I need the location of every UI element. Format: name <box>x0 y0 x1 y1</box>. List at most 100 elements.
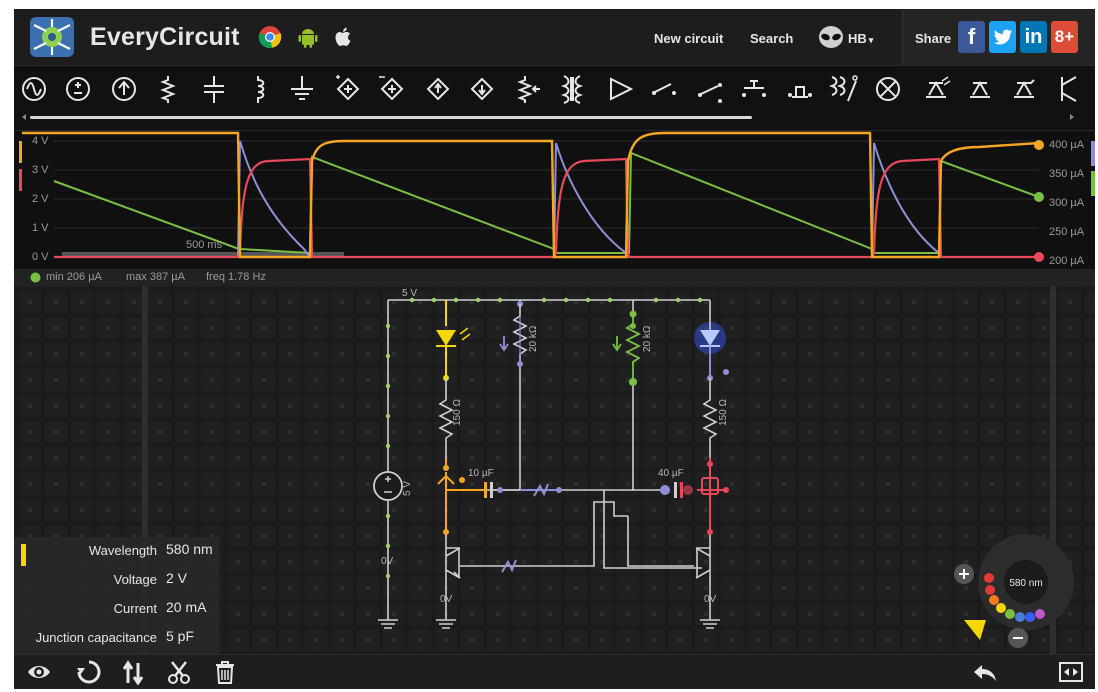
voltage-b-label: 0V <box>440 594 453 605</box>
source-label: 5 V <box>402 481 413 496</box>
purple-trace-marker <box>1091 141 1095 166</box>
facebook-button[interactable]: f <box>958 21 985 53</box>
property-name: Voltage <box>113 572 157 587</box>
voltage-source-5v[interactable] <box>373 471 403 501</box>
eye-icon[interactable] <box>26 659 52 685</box>
scroll-left-arrow-icon[interactable] <box>22 114 26 120</box>
property-value[interactable]: 580 nm <box>166 541 213 557</box>
green-trace-endpoint[interactable] <box>1034 192 1044 202</box>
property-name: Wavelength <box>88 543 157 558</box>
property-row[interactable]: Junction capacitance 5 pF <box>14 624 219 652</box>
scroll-right-arrow-icon[interactable] <box>1070 114 1074 120</box>
ac-voltage-source-icon[interactable] <box>18 72 50 106</box>
android-icon[interactable] <box>296 25 320 49</box>
capacitor-2-label: 40 µF <box>658 468 684 479</box>
googleplus-button[interactable]: 8+ <box>1051 21 1078 53</box>
resistor-icon[interactable] <box>152 72 184 106</box>
zener-diode-icon[interactable] <box>1008 72 1040 106</box>
ground-icon[interactable] <box>286 72 318 106</box>
red-trace-marker <box>19 169 22 191</box>
relay-icon[interactable] <box>828 72 860 106</box>
current-source-icon[interactable] <box>108 72 140 106</box>
trash-icon[interactable] <box>212 659 238 685</box>
stat-min: min 206 µA <box>46 271 102 283</box>
rotate-icon[interactable] <box>76 659 102 685</box>
chrome-icon[interactable] <box>258 25 282 49</box>
opamp-icon[interactable] <box>604 72 636 106</box>
dependent-source-4-icon[interactable] <box>466 72 498 106</box>
property-value[interactable]: 20 mA <box>166 599 206 615</box>
resistor-1-label: 150 Ω <box>452 399 463 426</box>
undo-icon[interactable] <box>972 659 998 685</box>
everycircuit-logo[interactable] <box>28 15 76 59</box>
user-menu[interactable]: HB ▾ <box>848 31 873 46</box>
property-value[interactable]: 5 pF <box>166 628 194 644</box>
property-row[interactable]: Current 20 mA <box>14 595 219 623</box>
potentiometer-icon[interactable] <box>512 72 544 106</box>
time-scale-label: 500 ms <box>186 239 223 251</box>
property-value[interactable]: 2 V <box>166 570 187 586</box>
diode-icon[interactable] <box>964 72 996 106</box>
dependent-source-2-icon[interactable] <box>376 72 408 106</box>
orange-trace-marker <box>19 141 22 163</box>
property-row[interactable]: Voltage 2 V <box>14 566 219 594</box>
y-axis-label-2v: 2 V <box>32 193 49 205</box>
y-axis-label-0v: 0 V <box>32 251 49 263</box>
pushbutton-icon[interactable] <box>738 72 770 106</box>
inductor-icon[interactable] <box>242 72 274 106</box>
y-axis-label-4v: 4 V <box>32 135 49 147</box>
cut-wire-icon[interactable] <box>166 659 192 685</box>
red-trace-endpoint[interactable] <box>1034 252 1044 262</box>
dependent-source-3-icon[interactable] <box>422 72 454 106</box>
scope-stats-bar: min 206 µA max 387 µA freq 1.78 Hz <box>14 269 1095 286</box>
switch-spdt-icon[interactable] <box>694 72 726 106</box>
app-title: EveryCircuit <box>90 23 240 51</box>
flip-icon[interactable] <box>120 659 146 685</box>
pushbutton-2-icon[interactable] <box>784 72 816 106</box>
search-link[interactable]: Search <box>750 31 793 46</box>
switch-spst-icon[interactable] <box>648 72 680 106</box>
property-name: Current <box>113 601 157 616</box>
app-window: EveryCircuit New circuit Search HB ▾ Sha… <box>14 9 1095 689</box>
scrollbar-thumb[interactable] <box>30 116 752 119</box>
user-initials: HB <box>848 31 867 46</box>
transformer-icon[interactable] <box>556 72 588 106</box>
top-bar: EveryCircuit New circuit Search HB ▾ Sha… <box>14 9 1095 66</box>
chevron-down-icon: ▾ <box>868 35 874 45</box>
properties-panel: Wavelength 580 nm Voltage 2 V Current 20 mA Ju… <box>14 537 219 654</box>
apple-icon[interactable] <box>332 25 356 49</box>
capacitor-icon[interactable] <box>198 72 230 106</box>
dc-voltage-source-icon[interactable] <box>62 72 94 106</box>
resistor-2-label: 20 kΩ <box>528 325 539 352</box>
share-label: Share <box>915 31 952 46</box>
alien-avatar-icon[interactable] <box>818 25 844 49</box>
led-icon[interactable] <box>920 72 952 106</box>
twitter-bird-icon <box>993 29 1012 45</box>
capacitor-1-label: 10 µF <box>468 468 494 479</box>
circuit-canvas[interactable]: 5 V 5 V 150 Ω 20 kΩ 20 kΩ 150 Ω 10 µF 40… <box>14 286 1095 654</box>
new-circuit-link[interactable]: New circuit <box>654 31 723 46</box>
oscilloscope-panel[interactable]: 4 V 3 V 2 V 1 V 0 V 400 µA 350 µA 300 µA… <box>14 131 1095 269</box>
toolbar-scrollbar[interactable] <box>20 113 1076 121</box>
property-row[interactable]: Wavelength 580 nm <box>14 537 219 565</box>
bjt-icon[interactable] <box>1050 72 1082 106</box>
resistor-4-label: 150 Ω <box>718 399 729 426</box>
twitter-button[interactable] <box>989 21 1016 53</box>
linkedin-button[interactable]: in <box>1020 21 1047 53</box>
property-name: Junction capacitance <box>35 630 157 645</box>
green-trace <box>53 151 1040 255</box>
green-trace-marker <box>1091 171 1095 196</box>
supply-label: 5 V <box>402 288 417 299</box>
dial-wavelength-label: 580 nm <box>1009 578 1042 589</box>
voltage-c-label: 0V <box>704 594 717 605</box>
orange-trace-endpoint[interactable] <box>1034 140 1044 150</box>
y-axis-label-1v: 1 V <box>32 222 49 234</box>
fit-screen-icon[interactable] <box>1058 659 1084 685</box>
share-panel: Share f in 8+ <box>902 9 1095 65</box>
lamp-icon[interactable] <box>872 72 904 106</box>
y2-axis-label-350: 350 µA <box>1049 168 1085 180</box>
voltage-a-label: 0V <box>381 556 394 567</box>
orange-trace <box>22 131 1040 259</box>
y2-axis-label-300: 300 µA <box>1049 197 1085 209</box>
dependent-source-icon[interactable] <box>332 72 364 106</box>
